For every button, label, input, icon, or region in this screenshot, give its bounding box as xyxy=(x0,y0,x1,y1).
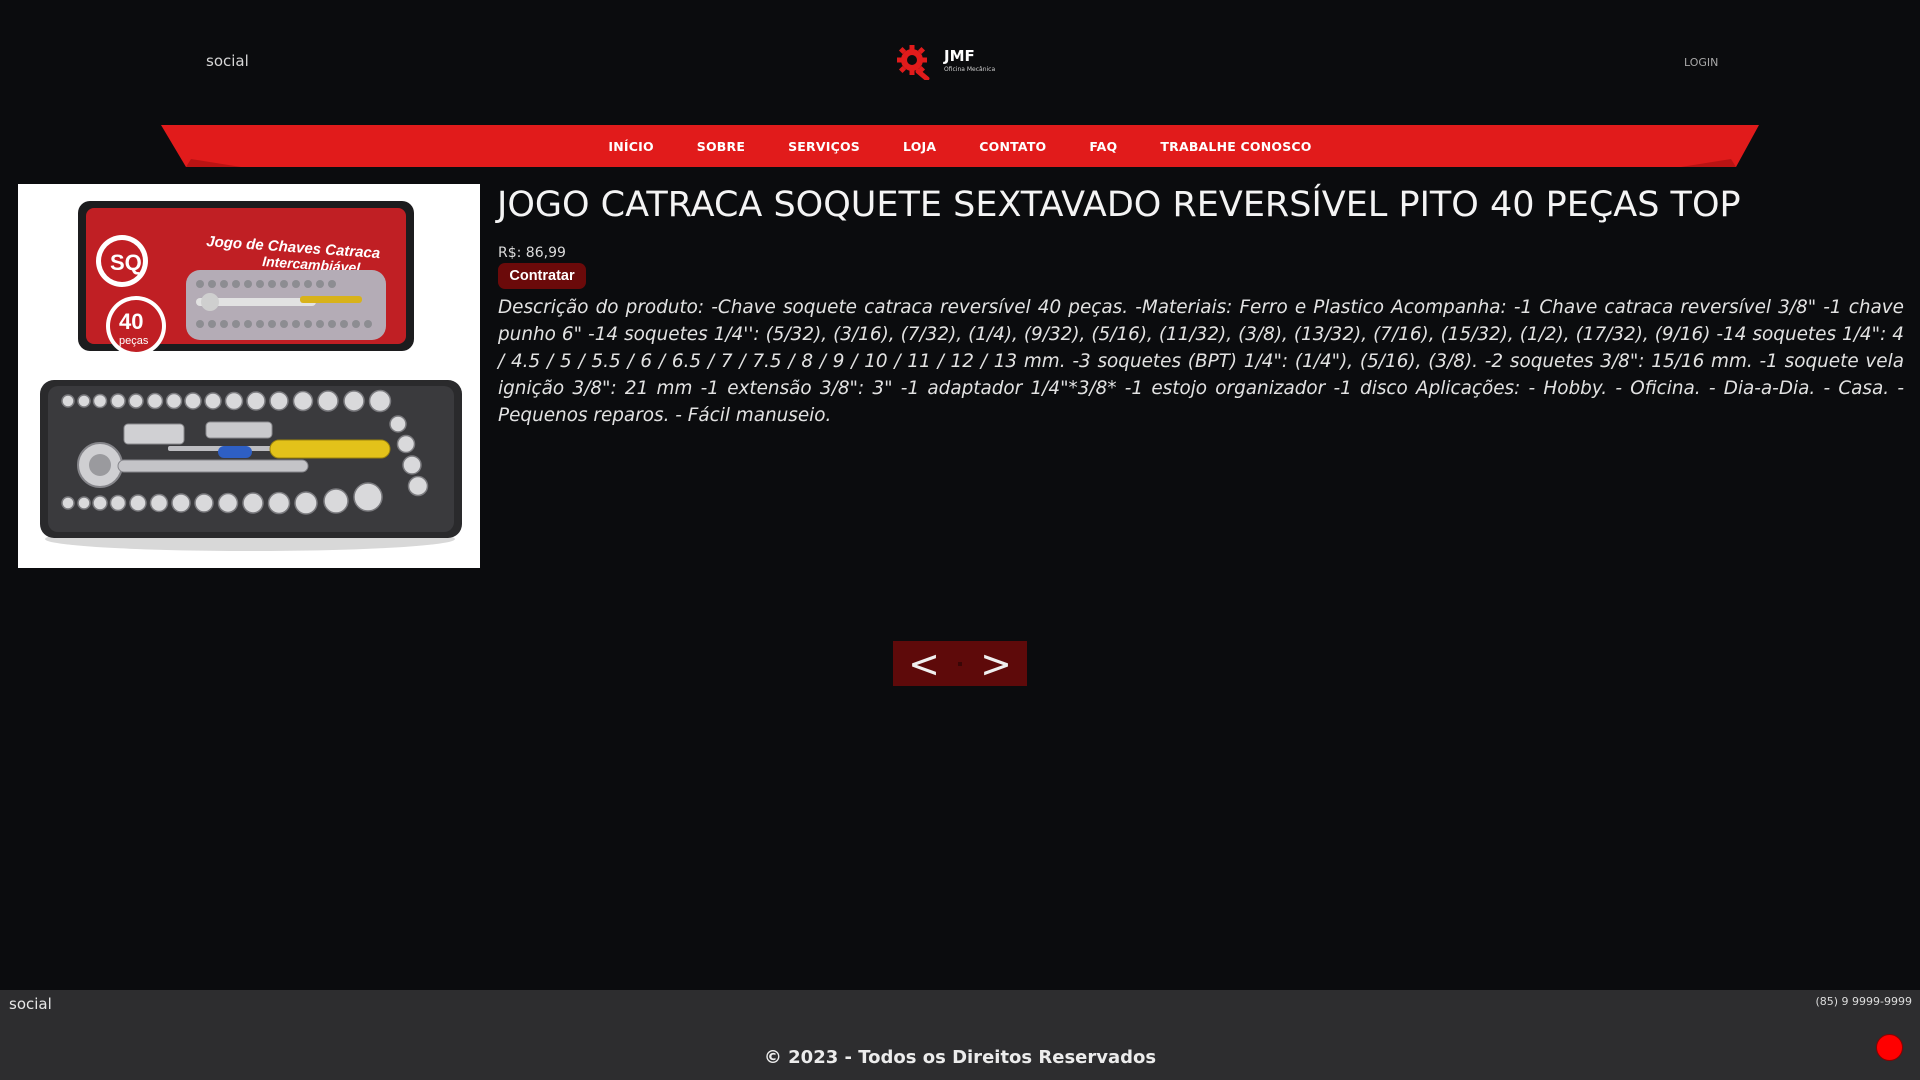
footer-copyright: © 2023 - Todos os Direitos Reservados xyxy=(763,1047,1157,1068)
nav-item-trabalhe-conosco[interactable]: TRABALHE CONOSCO xyxy=(1139,139,1333,154)
nav-item-loja[interactable]: LOJA xyxy=(882,139,958,154)
gear-wrench-icon xyxy=(897,45,930,80)
login-link[interactable]: LOGIN xyxy=(1684,56,1718,69)
logo-subtitle: Oficina Mecânica xyxy=(944,66,996,73)
prev-button[interactable]: < xyxy=(893,641,955,686)
socket-set-illustration: Jogo de Chaves Catraca Intercambiável SQ… xyxy=(18,184,480,568)
next-button[interactable]: > xyxy=(965,641,1027,686)
header-social-link[interactable]: social xyxy=(206,52,249,70)
main-nav: INÍCIO SOBRE SERVIÇOS LOJA CONTATO FAQ T… xyxy=(161,125,1759,167)
badge-label: peças xyxy=(119,335,149,347)
product-price: R$: 86,99 xyxy=(498,245,566,261)
pager: < > xyxy=(893,641,1027,686)
pager-separator xyxy=(958,661,962,666)
product-image: Jogo de Chaves Catraca Intercambiável SQ… xyxy=(18,184,480,568)
logo-title: JMF xyxy=(944,47,975,65)
footer-phone: (85) 9 9999-9999 xyxy=(1815,995,1912,1008)
nav-item-servicos[interactable]: SERVIÇOS xyxy=(767,139,882,154)
footer-social-link[interactable]: social xyxy=(9,995,52,1013)
footer: social (85) 9 9999-9999 © 2023 - Todos o… xyxy=(0,990,1920,1080)
hire-button[interactable]: Contratar xyxy=(498,263,586,289)
nav-item-inicio[interactable]: INÍCIO xyxy=(587,139,675,154)
box-brand: SQ xyxy=(110,250,142,275)
nav-item-sobre[interactable]: SOBRE xyxy=(675,139,766,154)
logo-text: JMF Oficina Mecânica xyxy=(944,49,995,73)
product-description: Descrição do produto: -Chave soquete cat… xyxy=(498,297,1904,426)
nav-item-contato[interactable]: CONTATO xyxy=(958,139,1068,154)
product-title: JOGO CATRACA SOQUETE SEXTAVADO REVERSÍVE… xyxy=(497,185,1741,225)
nav-items: INÍCIO SOBRE SERVIÇOS LOJA CONTATO FAQ T… xyxy=(161,125,1759,167)
badge-number: 40 xyxy=(119,309,143,334)
nav-item-faq[interactable]: FAQ xyxy=(1068,139,1139,154)
page: social JMF Oficina Mecânica LOGIN INÍCIO… xyxy=(0,0,1920,1080)
logo[interactable]: JMF Oficina Mecânica xyxy=(894,42,995,80)
floating-action-button[interactable] xyxy=(1876,1034,1903,1061)
